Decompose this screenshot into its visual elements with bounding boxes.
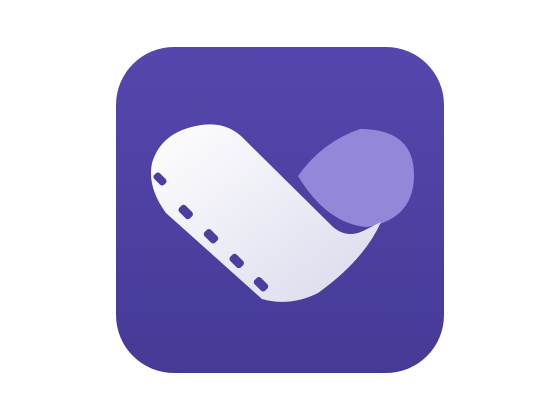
canvas xyxy=(0,0,560,420)
video-app-icon[interactable] xyxy=(116,47,444,373)
